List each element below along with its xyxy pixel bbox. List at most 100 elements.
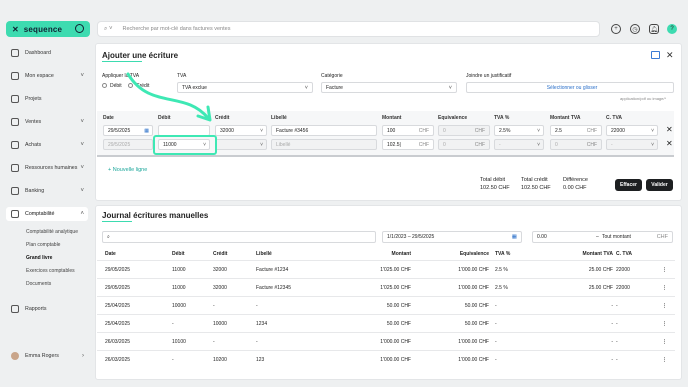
table-row[interactable]: 25/04/2025 10000- -50.00 CHF 50.00 CHF - - - ⋮ <box>97 296 675 314</box>
row1-c-tva[interactable]: 22000 ˅ <box>606 125 658 136</box>
avatar <box>11 352 19 360</box>
row1-credit[interactable]: 32000 ˅ <box>215 125 267 136</box>
cell-equivalence: 50.00 CHF <box>464 321 489 327</box>
chevron-down-icon: ˅ <box>448 84 452 91</box>
clear-button[interactable]: Effacer <box>615 179 642 191</box>
row2-equivalence: 0 CHF <box>438 139 490 150</box>
cell-c-tva: 22000 <box>616 267 630 273</box>
bank-icon <box>11 187 19 195</box>
subitem-compta-analytique[interactable]: Comptabilité analytique <box>26 229 78 235</box>
more-options-icon[interactable]: ⋮ <box>662 357 667 363</box>
journal-search-input[interactable]: ⌕ <box>102 231 376 243</box>
app-logo[interactable]: ✕ sequence <box>6 21 90 37</box>
subitem-grand-livre[interactable]: Grand livre <box>26 255 52 261</box>
jcol-libelle: Libellé <box>256 251 272 257</box>
cell-date: 26/03/2025 <box>105 357 131 363</box>
bell-icon[interactable]: 🔔︎ <box>649 24 659 34</box>
row2-credit[interactable]: ˅ <box>215 139 267 150</box>
attach-dropzone[interactable]: Sélectionner ou glisser <box>466 82 674 93</box>
row2-date[interactable]: 29/5/2025 <box>103 139 153 150</box>
chevron-down-icon: ˅ <box>537 141 540 148</box>
table-row[interactable]: 29/05/2025 11000 32000 Facture #1234 1'025.0… <box>97 260 675 278</box>
sidebar-item-mon-espace[interactable]: Mon espace ˅ <box>6 69 88 83</box>
annotation-arrow-icon <box>126 72 212 122</box>
delete-row2-icon[interactable]: ✕ <box>666 139 673 148</box>
row2-montant-tva[interactable]: 0 CHF <box>550 139 602 150</box>
calendar-icon[interactable] <box>651 51 660 59</box>
cell-equivalence: 1'000.00 CHF <box>458 357 489 363</box>
date-range-picker[interactable]: 1/1/2023 – 29/5/2025 ▦ <box>382 231 522 243</box>
row2-montant[interactable]: 102.5| CHF <box>382 139 434 150</box>
cell-montant-tva: - <box>611 357 613 363</box>
table-row[interactable]: 26/03/2025 - 10200 123 1'000.00 CHF 1'000.00 … <box>97 350 675 368</box>
sidebar-item-dashboard[interactable]: Dashboard <box>6 46 88 60</box>
search-icon: ⌕ <box>107 234 110 240</box>
subitem-documents[interactable]: Documents <box>26 281 51 287</box>
cell-libelle: - <box>256 339 258 345</box>
col-libelle: Libellé <box>271 115 287 121</box>
sidebar-item-achats[interactable]: Achats ˅ <box>6 138 88 152</box>
chevron-down-icon: ˅ <box>80 73 84 79</box>
row2-c-tva[interactable]: - ˅ <box>606 139 658 150</box>
add-icon[interactable]: + <box>611 24 621 34</box>
highlight-box <box>153 135 217 155</box>
cell-debit: - <box>172 321 174 327</box>
table-row[interactable]: 26/03/2025 10100- -1'000.00 CHF 1'000.00 CH… <box>97 332 675 350</box>
cell-debit: 10100 <box>172 339 186 345</box>
row2-libelle[interactable]: Libellé <box>271 139 377 150</box>
cell-montant: 1'000.00 CHF <box>380 339 411 345</box>
validate-button[interactable]: Valider <box>646 179 673 191</box>
row1-montant[interactable]: 100 CHF <box>382 125 434 136</box>
chevron-down-icon: ˅ <box>537 127 540 134</box>
help-icon[interactable]: ? <box>667 24 677 34</box>
new-line-button[interactable]: + Nouvelle ligne <box>108 167 147 173</box>
more-options-icon[interactable]: ⋮ <box>662 321 667 327</box>
clock-icon[interactable]: ◷ <box>630 24 640 34</box>
ledger-icon <box>11 210 19 218</box>
subitem-plan-comptable[interactable]: Plan comptable <box>26 242 60 248</box>
row1-tva-pct[interactable]: 2.5% ˅ <box>494 125 544 136</box>
sidebar-item-banking[interactable]: Banking ˅ <box>6 184 88 198</box>
cell-debit: - <box>172 357 174 363</box>
row1-libelle[interactable]: Facture #3456 <box>271 125 377 136</box>
cell-equivalence: 1'000.00 CHF <box>458 339 489 345</box>
col-montant: Montant <box>382 115 402 121</box>
row2-tva-pct[interactable]: - ˅ <box>494 139 544 150</box>
cell-montant: 50.00 CHF <box>386 303 411 309</box>
user-menu[interactable]: Emma Rogers › <box>6 349 88 363</box>
table-row[interactable]: 29/05/2025 11000 32000 Facture #12345 1'025.… <box>97 278 675 296</box>
cell-debit: 11000 <box>172 267 186 273</box>
row1-montant-tva[interactable]: 2.5 CHF <box>550 125 602 136</box>
chevron-down-icon: ˅ <box>651 127 654 134</box>
calendar-icon: ▦ <box>511 234 517 240</box>
sidebar-item-projets[interactable]: Projets <box>6 92 88 106</box>
subitem-exercices[interactable]: Exercices comptables <box>26 268 75 274</box>
more-options-icon[interactable]: ⋮ <box>662 339 667 345</box>
more-options-icon[interactable]: ⋮ <box>662 303 667 309</box>
more-options-icon[interactable]: ⋮ <box>662 267 667 273</box>
more-options-icon[interactable]: ⋮ <box>662 285 667 291</box>
attach-label: Joindre un justificatif <box>466 73 512 79</box>
debit-radio[interactable] <box>102 83 107 88</box>
category-select[interactable]: Facture ˅ <box>321 82 457 93</box>
sidebar-item-ventes[interactable]: Ventes ˅ <box>6 115 88 129</box>
table-row[interactable]: 25/04/2025-10000 1234 50.00 CHF 50.00 CHF - -… <box>97 314 675 332</box>
global-search[interactable]: ⌕ ˅ Recherche par mot-clé dans factures … <box>97 21 600 37</box>
chevron-down-icon: ˅ <box>80 188 84 194</box>
sales-icon <box>11 118 19 126</box>
entry-title: Ajouter une écriture <box>102 51 179 60</box>
sidebar-item-comptabilite[interactable]: Comptabilité ˄ <box>6 207 88 221</box>
jcol-tva-pct: TVA % <box>495 251 511 257</box>
cell-equivalence: 50.00 CHF <box>464 303 489 309</box>
close-icon[interactable]: ✕ <box>666 50 674 61</box>
sidebar: Dashboard Mon espace ˅ Projets Ventes ˅ Ac… <box>0 43 92 373</box>
cell-tva-pct: 2.5 % <box>495 267 508 273</box>
search-input[interactable]: Recherche par mot-clé dans factures vent… <box>123 26 231 32</box>
sidebar-item-rapports[interactable]: Rapports <box>6 302 88 316</box>
delete-row1-icon[interactable]: ✕ <box>666 125 673 134</box>
amount-filter[interactable]: 0.00– Tout montant CHF <box>532 231 673 243</box>
jcol-equivalence: Equivalence <box>459 251 489 257</box>
attach-hint: application/pdf ou image/* <box>620 96 667 101</box>
sidebar-item-rh[interactable]: Ressources humaines ˅ <box>6 161 88 175</box>
cell-date: 25/04/2025 <box>105 321 131 327</box>
